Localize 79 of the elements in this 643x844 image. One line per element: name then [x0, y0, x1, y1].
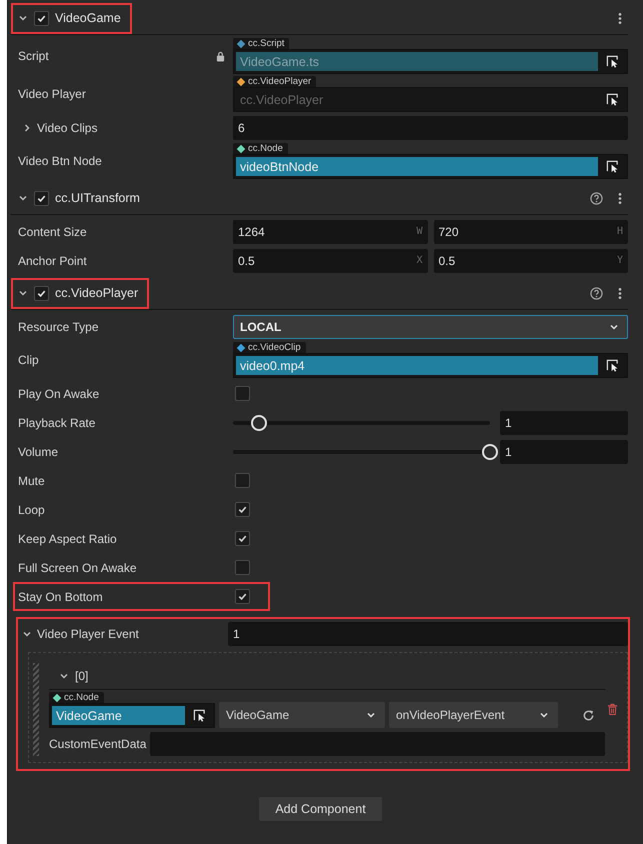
property-label: Mute [18, 474, 45, 488]
enable-checkbox[interactable] [34, 286, 49, 300]
delete-icon[interactable] [607, 703, 618, 716]
dropdown[interactable]: onVideoPlayerEvent [389, 702, 558, 728]
check-icon [36, 12, 47, 24]
number-field[interactable]: 0.5 Y [434, 248, 628, 272]
help-icon[interactable] [590, 192, 603, 204]
property-label: Volume [18, 444, 58, 458]
count-field[interactable]: 1 [228, 622, 628, 646]
check-icon [36, 192, 47, 204]
checkbox[interactable] [235, 589, 250, 604]
checkbox[interactable] [235, 473, 250, 488]
number-field[interactable]: 1 [500, 440, 628, 464]
property-label: Playback Rate [18, 416, 96, 430]
property-label: Play On Awake [18, 386, 100, 400]
property-label: Loop [18, 502, 45, 516]
property-label: Full Screen On Awake [18, 560, 137, 574]
enable-checkbox[interactable] [34, 10, 49, 26]
reset-icon[interactable] [582, 709, 595, 722]
check-icon [237, 504, 248, 515]
chevron-icon[interactable] [18, 13, 28, 23]
pick-icon[interactable] [606, 359, 619, 372]
drag-handle[interactable] [33, 663, 39, 756]
item-label: [0] [75, 669, 88, 683]
checkbox[interactable] [235, 531, 250, 546]
property-label: Anchor Point [18, 254, 87, 268]
property-label: Video Clips [37, 120, 98, 134]
asset-field[interactable]: video0.mp4 [233, 353, 628, 378]
type-tag: cc.VideoPlayer [233, 76, 316, 87]
number-field[interactable]: 1264 W [233, 220, 428, 244]
dropdown[interactable]: VideoGame [219, 702, 385, 728]
enable-checkbox[interactable] [34, 190, 49, 206]
asset-field[interactable]: VideoGame [49, 703, 215, 728]
chevron-icon[interactable] [18, 288, 28, 298]
number-field[interactable]: 0.5 X [233, 248, 428, 272]
type-tag: cc.Node [233, 143, 288, 154]
property-label: Keep Aspect Ratio [18, 532, 117, 546]
component-title: cc.UITransform [55, 191, 140, 205]
property-label: Video Player Event [37, 626, 139, 640]
checkbox[interactable] [235, 560, 250, 575]
number-field[interactable]: 1 [500, 410, 628, 434]
add-component-button[interactable]: Add Component [259, 797, 382, 821]
property-label: Script [18, 49, 49, 63]
type-tag: cc.Node [49, 692, 104, 703]
component-title: cc.VideoPlayer [55, 286, 138, 300]
chevron-icon[interactable] [22, 122, 32, 132]
pick-icon[interactable] [606, 93, 619, 106]
chevron-down-icon [366, 710, 376, 720]
property-label: Clip [18, 353, 39, 367]
property-label: Video Btn Node [18, 154, 102, 168]
more-icon[interactable] [618, 192, 622, 204]
property-label: Content Size [18, 224, 87, 238]
more-icon[interactable] [618, 12, 622, 24]
pick-icon[interactable] [606, 55, 619, 68]
check-icon [237, 591, 248, 602]
chevron-icon[interactable] [18, 193, 28, 203]
chevron-icon[interactable] [59, 671, 69, 681]
pick-icon[interactable] [606, 160, 619, 173]
property-label: Stay On Bottom [18, 590, 103, 604]
more-icon[interactable] [618, 286, 622, 300]
type-tag: cc.Script [233, 38, 290, 49]
slider-handle[interactable] [482, 444, 498, 460]
checkbox[interactable] [235, 386, 250, 401]
dropdown[interactable]: LOCAL [233, 314, 628, 338]
chevron-down-icon [539, 710, 549, 720]
slider-handle[interactable] [250, 414, 267, 430]
check-icon [237, 533, 248, 544]
property-label: Video Player [18, 87, 86, 101]
component-title: VideoGame [55, 11, 121, 25]
asset-field[interactable]: videoBtnNode [233, 154, 628, 179]
number-field[interactable]: 720 H [434, 220, 628, 244]
pick-icon[interactable] [193, 709, 206, 722]
property-label: CustomEventData [49, 737, 146, 751]
type-tag: cc.VideoClip [233, 342, 306, 353]
help-icon[interactable] [590, 286, 603, 300]
property-label: Resource Type [18, 320, 98, 334]
count-field[interactable]: 6 [233, 116, 628, 140]
check-icon [36, 288, 47, 298]
checkbox[interactable] [235, 502, 250, 517]
